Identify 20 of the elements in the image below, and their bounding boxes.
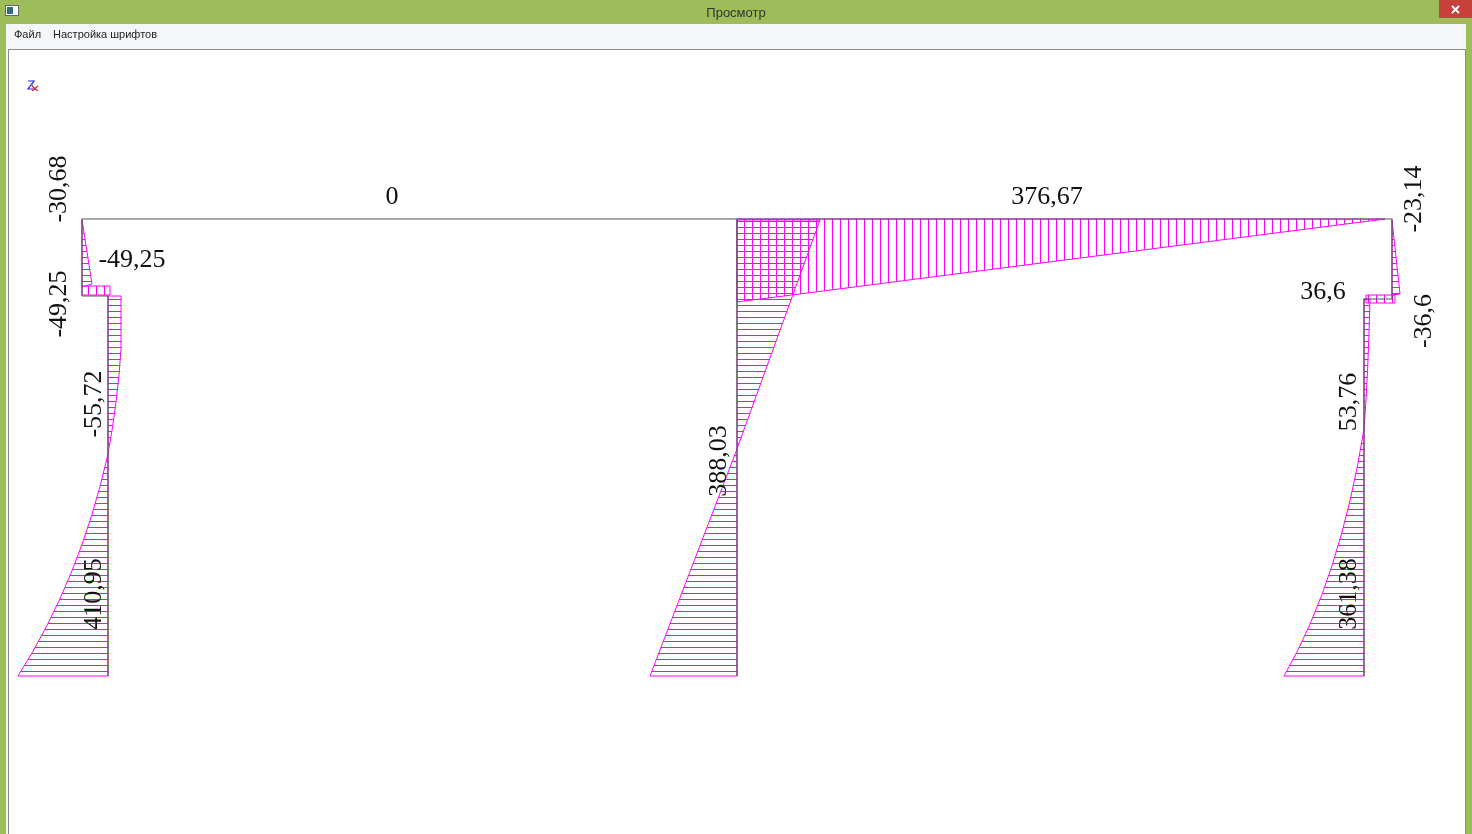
value-label: -49,25 <box>42 270 72 338</box>
axes-icon <box>26 80 39 92</box>
value-label: -49,25 <box>98 244 166 273</box>
value-label: 388,03 <box>702 425 732 497</box>
value-label: 361,38 <box>1332 558 1362 630</box>
value-label: -55,72 <box>77 370 107 438</box>
value-label: -30,68 <box>42 155 72 223</box>
close-icon <box>1451 4 1460 14</box>
value-label: -36,6 <box>1407 293 1437 349</box>
value-label: 0 <box>385 181 399 210</box>
value-label: 410,95 <box>77 558 107 630</box>
window-icon <box>5 5 19 16</box>
window-title: Просмотр <box>705 4 767 20</box>
menu-item[interactable]: Настройка шрифтов <box>47 26 164 42</box>
value-label: -23,14 <box>1397 165 1427 233</box>
value-label: 36,6 <box>1300 276 1346 305</box>
value-label: 53,76 <box>1332 372 1362 432</box>
menu-item[interactable]: Файл <box>8 26 48 42</box>
value-label: 376,67 <box>1011 181 1083 210</box>
close-button[interactable] <box>1439 0 1472 18</box>
